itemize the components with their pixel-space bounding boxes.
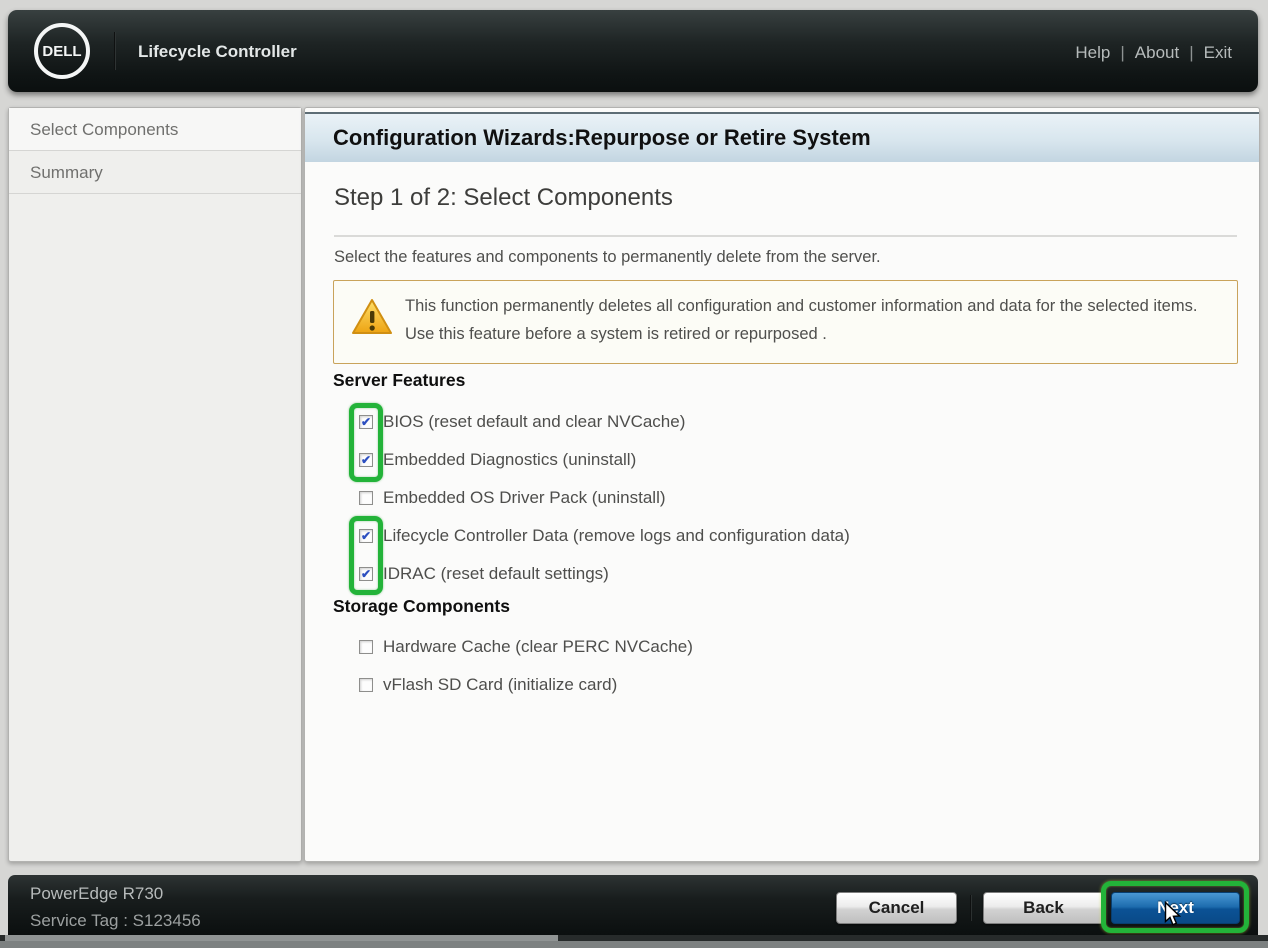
sidebar-item-summary[interactable]: Summary xyxy=(9,151,301,194)
page-title: Configuration Wizards:Repurpose or Retir… xyxy=(305,114,1259,161)
link-separator: | xyxy=(1189,43,1193,62)
embedded-os-driver-pack-checkbox[interactable] xyxy=(359,491,373,505)
checkbox-label: BIOS (reset default and clear NVCache) xyxy=(383,412,685,432)
server-model: PowerEdge R730 xyxy=(30,884,163,904)
exit-link[interactable]: Exit xyxy=(1204,43,1232,62)
warning-text: This function permanently deletes all co… xyxy=(405,292,1223,348)
green-highlight-box xyxy=(349,403,383,482)
bottom-strip xyxy=(0,941,1268,948)
app-title: Lifecycle Controller xyxy=(138,42,297,62)
dell-logo-text: DELL xyxy=(42,43,81,60)
checkbox-label: Lifecycle Controller Data (remove logs a… xyxy=(383,526,850,546)
cancel-button[interactable]: Cancel xyxy=(836,892,957,924)
bottom-bar: PowerEdge R730 Service Tag : S123456 Can… xyxy=(8,875,1258,935)
back-button[interactable]: Back xyxy=(983,892,1104,924)
list-item: ✔ Lifecycle Controller Data (remove logs… xyxy=(333,517,850,555)
checkbox-label: Embedded OS Driver Pack (uninstall) xyxy=(383,488,666,508)
list-item: Hardware Cache (clear PERC NVCache) xyxy=(333,628,693,666)
step-title: Step 1 of 2: Select Components xyxy=(334,184,673,212)
storage-components-list: Hardware Cache (clear PERC NVCache) vFla… xyxy=(333,628,693,704)
green-highlight-box xyxy=(349,516,383,595)
topbar-links: Help | About | Exit xyxy=(1071,43,1236,63)
checkbox-label: Embedded Diagnostics (uninstall) xyxy=(383,450,636,470)
sidebar-item-select-components[interactable]: Select Components xyxy=(9,108,301,151)
list-item: ✔ BIOS (reset default and clear NVCache) xyxy=(333,403,850,441)
dell-logo-icon: DELL xyxy=(34,23,90,79)
top-bar: DELL Lifecycle Controller Help | About | Exi… xyxy=(8,10,1258,92)
help-link[interactable]: Help xyxy=(1075,43,1110,62)
list-item: vFlash SD Card (initialize card) xyxy=(333,666,693,704)
divider xyxy=(334,235,1237,237)
topbar-divider xyxy=(114,32,116,70)
section-title-server-features: Server Features xyxy=(333,370,465,391)
button-separator xyxy=(970,895,972,921)
server-features-list: ✔ BIOS (reset default and clear NVCache)… xyxy=(333,403,850,593)
about-link[interactable]: About xyxy=(1135,43,1179,62)
wizard-steps-sidebar: Select Components Summary xyxy=(8,107,302,862)
section-title-storage-components: Storage Components xyxy=(333,596,510,617)
list-item: ✔ IDRAC (reset default settings) xyxy=(333,555,850,593)
vflash-sd-card-checkbox[interactable] xyxy=(359,678,373,692)
warning-box: This function permanently deletes all co… xyxy=(333,280,1238,364)
checkbox-label: Hardware Cache (clear PERC NVCache) xyxy=(383,637,693,657)
hardware-cache-checkbox[interactable] xyxy=(359,640,373,654)
service-tag: Service Tag : S123456 xyxy=(30,911,201,931)
mouse-cursor-icon xyxy=(1163,901,1181,932)
checkbox-label: vFlash SD Card (initialize card) xyxy=(383,675,617,695)
list-item: ✔ Embedded Diagnostics (uninstall) xyxy=(333,441,850,479)
step-description: Select the features and components to pe… xyxy=(334,248,881,267)
link-separator: | xyxy=(1120,43,1124,62)
main-panel: Configuration Wizards:Repurpose or Retir… xyxy=(304,107,1260,862)
list-item: Embedded OS Driver Pack (uninstall) xyxy=(333,479,850,517)
page-header: Configuration Wizards:Repurpose or Retir… xyxy=(305,112,1259,162)
checkbox-label: IDRAC (reset default settings) xyxy=(383,564,609,584)
warning-triangle-icon xyxy=(351,298,393,341)
